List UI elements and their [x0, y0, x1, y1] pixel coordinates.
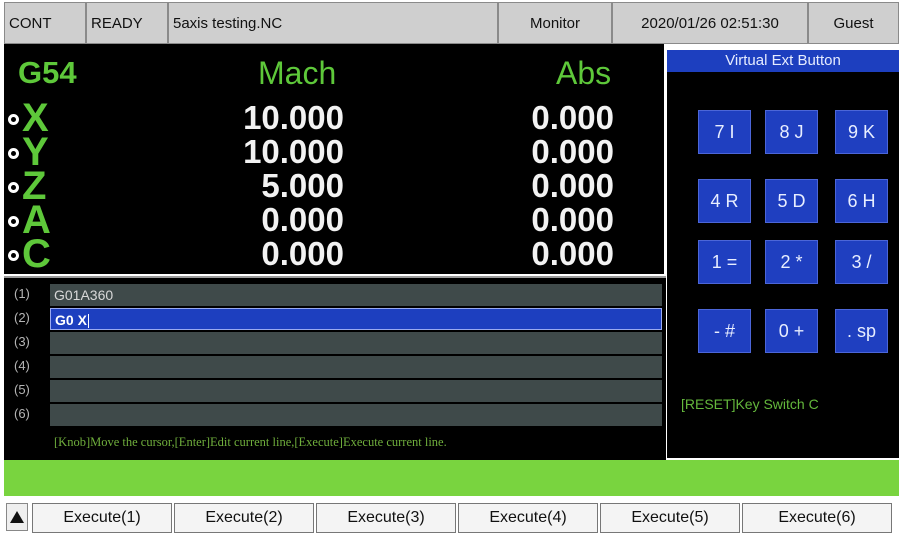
axis-indicator-icon [8, 182, 19, 193]
line-text[interactable] [50, 332, 662, 354]
abs-value: 0.000 [531, 235, 614, 272]
page-up-button[interactable] [6, 503, 28, 531]
message-bar [4, 460, 899, 496]
key-9[interactable]: 9 K [835, 110, 888, 154]
machine-state: READY [86, 2, 168, 44]
datetime: 2020/01/26 02:51:30 [612, 2, 808, 44]
page-title: Monitor [498, 2, 612, 44]
line-text[interactable] [50, 380, 662, 402]
program-name: 5axis testing.NC [168, 2, 498, 44]
virtual-ext-button-panel: Virtual Ext Button 7 I 8 J 9 K 4 R 5 D 6… [667, 50, 899, 458]
line-text: G0 X [55, 312, 87, 328]
help-hint: [Knob]Move the cursor,[Enter]Edit curren… [54, 435, 447, 449]
mdi-line-current[interactable]: (2) G0 X [4, 308, 666, 330]
status-bar: CONT READY 5axis testing.NC Monitor 2020… [4, 2, 899, 44]
mdi-line[interactable]: (1) G01A360 [4, 284, 666, 306]
axis-indicator-icon [8, 114, 19, 125]
execute-6-button[interactable]: Execute(6) [742, 503, 892, 533]
line-text[interactable] [50, 404, 662, 426]
line-number: (3) [14, 334, 30, 349]
mach-value: 5.000 [261, 167, 344, 204]
mach-value: 0.000 [261, 201, 344, 238]
execute-2-button[interactable]: Execute(2) [174, 503, 314, 533]
key-4[interactable]: 4 R [698, 179, 751, 223]
mdi-line[interactable]: (5) [4, 380, 666, 402]
mdi-line[interactable]: (6) [4, 404, 666, 426]
axis-label: C [22, 232, 51, 276]
line-number: (4) [14, 358, 30, 373]
execute-5-button[interactable]: Execute(5) [600, 503, 740, 533]
key-minus[interactable]: - # [698, 309, 751, 353]
abs-value: 0.000 [531, 167, 614, 204]
panel-title: Virtual Ext Button [667, 50, 899, 72]
text-cursor [87, 314, 89, 329]
key-switch-status: [RESET]Key Switch C [681, 396, 819, 412]
execute-1-button[interactable]: Execute(1) [32, 503, 172, 533]
abs-value: 0.000 [531, 99, 614, 136]
abs-header: Abs [556, 55, 612, 91]
line-text-editing[interactable]: G0 X [50, 308, 662, 330]
key-0[interactable]: 0 + [765, 309, 818, 353]
line-text[interactable]: G01A360 [50, 284, 662, 306]
key-1[interactable]: 1 = [698, 240, 751, 284]
coordinate-display: G54 Mach Abs X 10.000 0.000 Y 10.000 0.0… [4, 44, 664, 276]
abs-value: 0.000 [531, 133, 614, 170]
line-number: (2) [14, 310, 30, 325]
axis-row-c: C 0.000 0.000 [4, 232, 664, 276]
key-5[interactable]: 5 D [765, 179, 818, 223]
mdi-line[interactable]: (3) [4, 332, 666, 354]
softkey-bar: Execute(1) Execute(2) Execute(3) Execute… [4, 500, 899, 533]
mach-value: 0.000 [261, 235, 344, 272]
mdi-line[interactable]: (4) [4, 356, 666, 378]
mdi-editor: (1) G01A360 (2) G0 X (3) (4) (5) (6) [Kn… [4, 276, 666, 460]
mach-value: 10.000 [243, 133, 344, 170]
abs-value: 0.000 [531, 201, 614, 238]
line-number: (6) [14, 406, 30, 421]
key-7[interactable]: 7 I [698, 110, 751, 154]
axis-indicator-icon [8, 216, 19, 227]
execute-3-button[interactable]: Execute(3) [316, 503, 456, 533]
mode-indicator: CONT [4, 2, 86, 44]
key-2[interactable]: 2 * [765, 240, 818, 284]
axis-indicator-icon [8, 148, 19, 159]
line-number: (5) [14, 382, 30, 397]
line-number: (1) [14, 286, 30, 301]
execute-4-button[interactable]: Execute(4) [458, 503, 598, 533]
key-8[interactable]: 8 J [765, 110, 818, 154]
key-6[interactable]: 6 H [835, 179, 888, 223]
key-3[interactable]: 3 / [835, 240, 888, 284]
mach-value: 10.000 [243, 99, 344, 136]
up-triangle-icon [10, 511, 24, 523]
line-text[interactable] [50, 356, 662, 378]
key-dot[interactable]: . sp [835, 309, 888, 353]
mach-header: Mach [258, 55, 337, 91]
work-offset-label: G54 [18, 55, 77, 90]
user-level: Guest [808, 2, 899, 44]
axis-indicator-icon [8, 250, 19, 261]
